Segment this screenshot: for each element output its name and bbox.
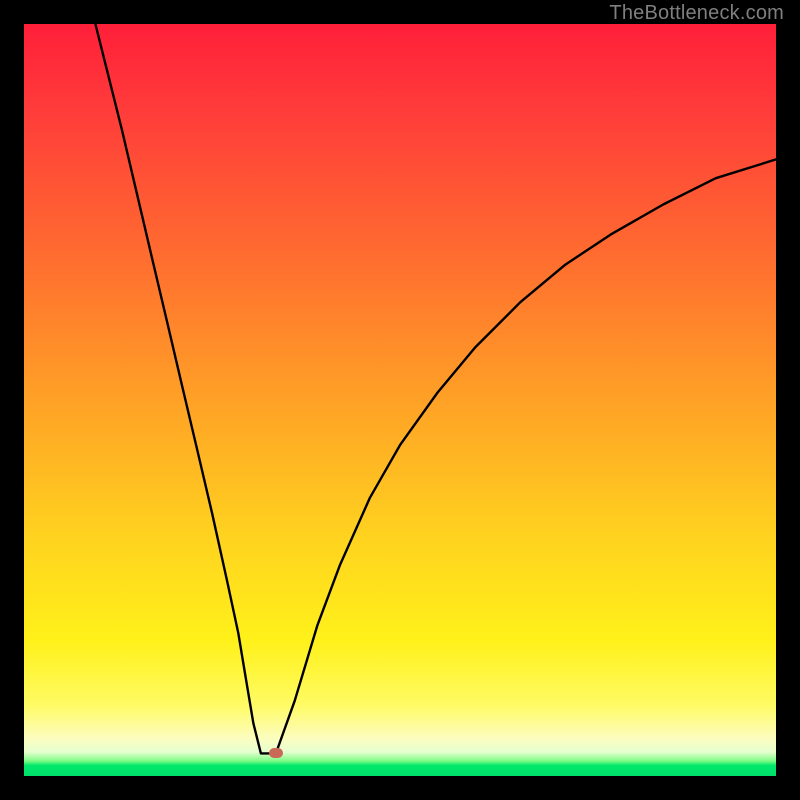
branding-watermark: TheBottleneck.com (609, 2, 784, 25)
chart-frame: TheBottleneck.com (0, 0, 800, 800)
bottleneck-curve (24, 24, 776, 776)
plot-area (24, 24, 776, 776)
minimum-marker (269, 748, 283, 758)
